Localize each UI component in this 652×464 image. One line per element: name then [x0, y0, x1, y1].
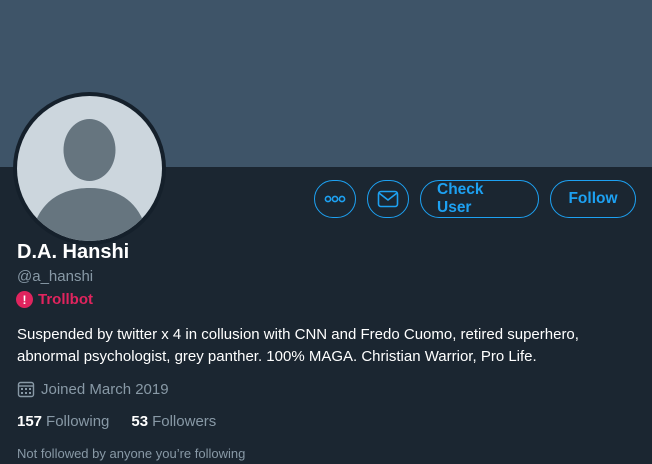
follow-button[interactable]: Follow [550, 180, 636, 218]
followers-label: Followers [152, 413, 217, 430]
follow-stats: 157 Following 53 Followers [17, 413, 216, 430]
followed-by-note: Not followed by anyone you’re following [17, 446, 246, 461]
default-avatar-icon [17, 96, 162, 241]
following-count: 157 [17, 413, 43, 430]
join-date: Joined March 2019 [17, 380, 169, 398]
display-name: D.A. Hanshi [17, 241, 130, 263]
calendar-icon [17, 381, 35, 398]
profile-bio: Suspended by twitter x 4 in collusion wi… [17, 326, 579, 365]
join-date-label: Joined March 2019 [41, 380, 169, 398]
more-icon [324, 195, 346, 203]
profile-actions: Check User Follow [314, 180, 636, 218]
check-user-button[interactable]: Check User [420, 180, 539, 218]
avatar[interactable] [13, 92, 166, 245]
status-badge: ! Trollbot [16, 291, 93, 308]
followers-count: 53 [131, 413, 149, 430]
mail-icon [377, 190, 399, 208]
user-handle: @a_hanshi [17, 268, 94, 285]
following-label: Following [46, 413, 110, 430]
message-button[interactable] [367, 180, 409, 218]
alert-icon: ! [16, 291, 33, 308]
followers-link[interactable]: 53 Followers [131, 413, 216, 430]
badge-label: Trollbot [38, 291, 93, 308]
following-link[interactable]: 157 Following [17, 413, 109, 430]
more-button[interactable] [314, 180, 356, 218]
